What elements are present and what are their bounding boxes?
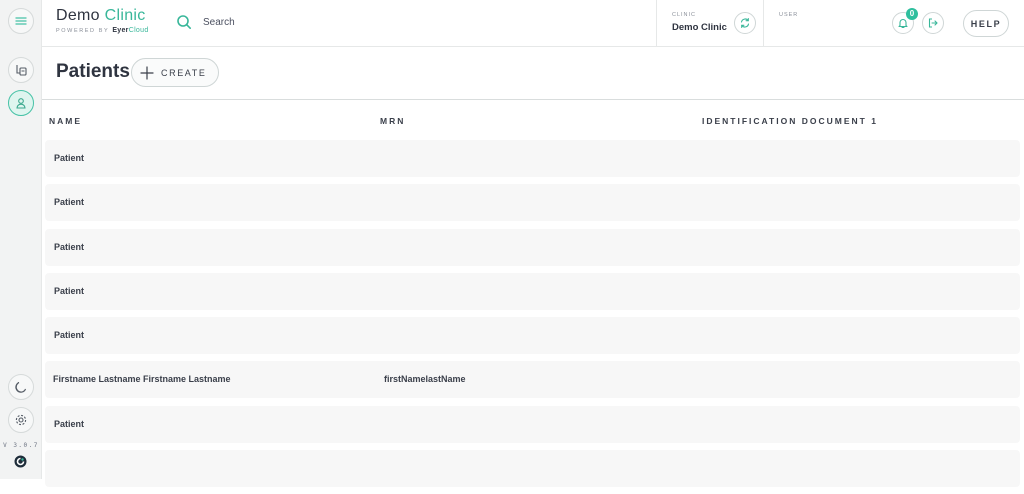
table-row[interactable] — [45, 450, 1020, 488]
patient-icon — [16, 98, 26, 109]
table-row[interactable]: Patient — [45, 405, 1020, 443]
gear-icon — [15, 414, 27, 426]
refresh-icon — [740, 17, 750, 29]
notification-count-badge: 0 — [906, 8, 918, 20]
patient-name: Patient — [54, 330, 85, 341]
settings-button[interactable] — [8, 407, 34, 433]
powered-brand-accent: Cloud — [128, 27, 149, 34]
create-patient-button[interactable]: CREATE — [131, 58, 219, 87]
patients-button[interactable] — [8, 90, 34, 116]
dark-mode-toggle[interactable] — [8, 374, 34, 400]
page-title: Patients — [56, 61, 130, 82]
table-row[interactable]: Patient — [45, 228, 1020, 266]
patient-name: Patient — [54, 197, 85, 208]
search-icon[interactable] — [176, 14, 192, 30]
patient-name: Patient — [54, 285, 85, 296]
table-row[interactable]: Patient — [45, 317, 1020, 355]
app-version: V 3.0.7 — [3, 442, 39, 449]
user-label: USER — [779, 12, 799, 18]
clinic-label: CLINIC — [672, 12, 697, 18]
patient-name: Patient — [54, 241, 85, 252]
patient-mrn: firstNamelastName — [384, 374, 466, 385]
bell-icon — [898, 19, 908, 29]
patient-list: Patient Patient Patient Patient Patient … — [45, 140, 1020, 494]
clinic-name: Demo Clinic — [672, 22, 727, 33]
table-row[interactable]: Patient — [45, 140, 1020, 177]
column-header-name[interactable]: NAME — [49, 116, 82, 126]
column-header-identification-document[interactable]: IDENTIFICATION DOCUMENT 1 — [702, 116, 878, 126]
logout-button[interactable] — [922, 12, 944, 34]
powered-brand: Eyer — [112, 27, 129, 34]
table-row[interactable]: Firstname Lastname Firstname Lastname fi… — [45, 361, 1020, 399]
create-label: CREATE — [161, 67, 207, 78]
search-input[interactable] — [203, 16, 503, 28]
table-row[interactable]: Patient — [45, 184, 1020, 222]
page-title-bar: Patients CREATE — [42, 47, 1024, 100]
column-header-mrn[interactable]: MRN — [380, 116, 405, 126]
moon-icon — [15, 381, 27, 393]
powered-by: POWERED BY EyerCloud — [56, 27, 149, 34]
patient-name: Patient — [54, 153, 85, 163]
left-sidebar: V 3.0.7 — [0, 0, 42, 479]
powered-by-label: POWERED BY — [56, 28, 110, 34]
patient-name: Firstname Lastname Firstname Lastname — [53, 374, 231, 385]
menu-button[interactable] — [8, 8, 34, 34]
brand[interactable]: Demo Clinic POWERED BY EyerCloud — [56, 7, 149, 34]
table-row[interactable]: Patient — [45, 272, 1020, 310]
top-header: Demo Clinic POWERED BY EyerCloud CLINIC … — [42, 0, 1024, 47]
notifications-button[interactable]: 0 — [892, 8, 918, 34]
worklist-icon — [16, 65, 27, 76]
plus-icon — [140, 65, 154, 80]
logout-icon — [928, 18, 938, 28]
clinic-selector[interactable]: CLINIC Demo Clinic — [656, 0, 764, 47]
help-button[interactable]: HELP — [963, 10, 1009, 37]
search-bar — [176, 14, 503, 30]
brand-primary: Demo — [56, 7, 100, 24]
brand-accent: Clinic — [104, 7, 146, 24]
clinic-brand-title: Demo Clinic — [56, 7, 149, 25]
patient-name: Patient — [54, 418, 85, 429]
menu-icon — [15, 17, 27, 25]
user-area: USER 0 — [764, 0, 949, 47]
table-header: NAME MRN IDENTIFICATION DOCUMENT 1 — [42, 111, 1024, 131]
eyercloud-logo-icon — [14, 455, 27, 468]
switch-clinic-button[interactable] — [734, 12, 756, 34]
worklist-button[interactable] — [8, 57, 34, 83]
